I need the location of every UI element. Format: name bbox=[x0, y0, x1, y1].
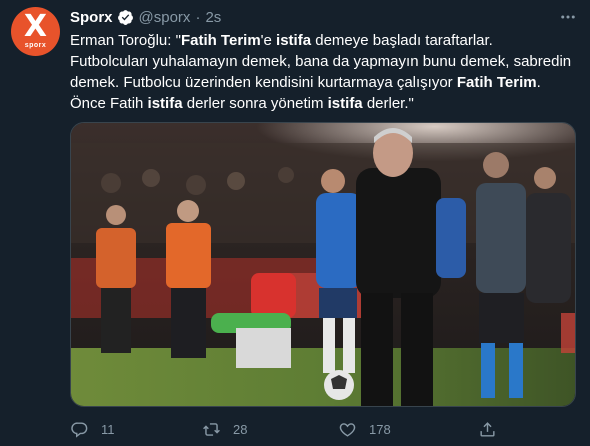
tweet-text-line-3: demek. Futbolcu üzerinden kendisini kurt… bbox=[70, 74, 541, 91]
reply-count: 11 bbox=[101, 421, 115, 437]
tweet[interactable]: X sporx Sporx @sporx · 2s Erman Toroğlu:… bbox=[0, 0, 590, 446]
retweet-icon bbox=[203, 422, 220, 436]
share-button[interactable] bbox=[478, 418, 497, 440]
like-icon bbox=[339, 422, 356, 437]
tweet-actions: 11 28 178 bbox=[70, 418, 510, 440]
tweet-text: Erman Toroğlu: "Fatih Terim'e istifa dem… bbox=[70, 30, 575, 114]
reply-icon bbox=[71, 421, 88, 438]
tweet-text-line-2: Futbolcuları yuhalamayın demek, bana da … bbox=[70, 53, 572, 70]
author-handle[interactable]: @sporx bbox=[139, 9, 191, 26]
retweet-button[interactable]: 28 bbox=[202, 418, 247, 440]
more-icon[interactable] bbox=[556, 6, 580, 28]
retweet-count: 28 bbox=[233, 421, 248, 437]
reply-button[interactable]: 11 bbox=[70, 418, 115, 440]
timestamp[interactable]: 2s bbox=[205, 9, 221, 26]
tweet-text-line-4: Önce Fatih istifa derler sonra yönetim i… bbox=[70, 95, 414, 112]
like-button[interactable]: 178 bbox=[338, 418, 391, 440]
tweet-text-line-1: Erman Toroğlu: "Fatih Terim'e istifa dem… bbox=[70, 32, 493, 49]
verified-badge-icon bbox=[117, 9, 134, 26]
like-count: 178 bbox=[369, 421, 391, 437]
tweet-header: Sporx @sporx · 2s bbox=[70, 6, 221, 28]
tweet-media-photo[interactable] bbox=[70, 122, 576, 407]
x-logo: X bbox=[23, 9, 48, 44]
separator-dot: · bbox=[195, 8, 201, 26]
avatar-brand-text: sporx bbox=[24, 42, 47, 49]
author-name[interactable]: Sporx bbox=[70, 9, 113, 26]
share-icon bbox=[480, 421, 495, 437]
photo-illustration bbox=[71, 123, 575, 406]
avatar[interactable]: X sporx bbox=[11, 7, 60, 56]
